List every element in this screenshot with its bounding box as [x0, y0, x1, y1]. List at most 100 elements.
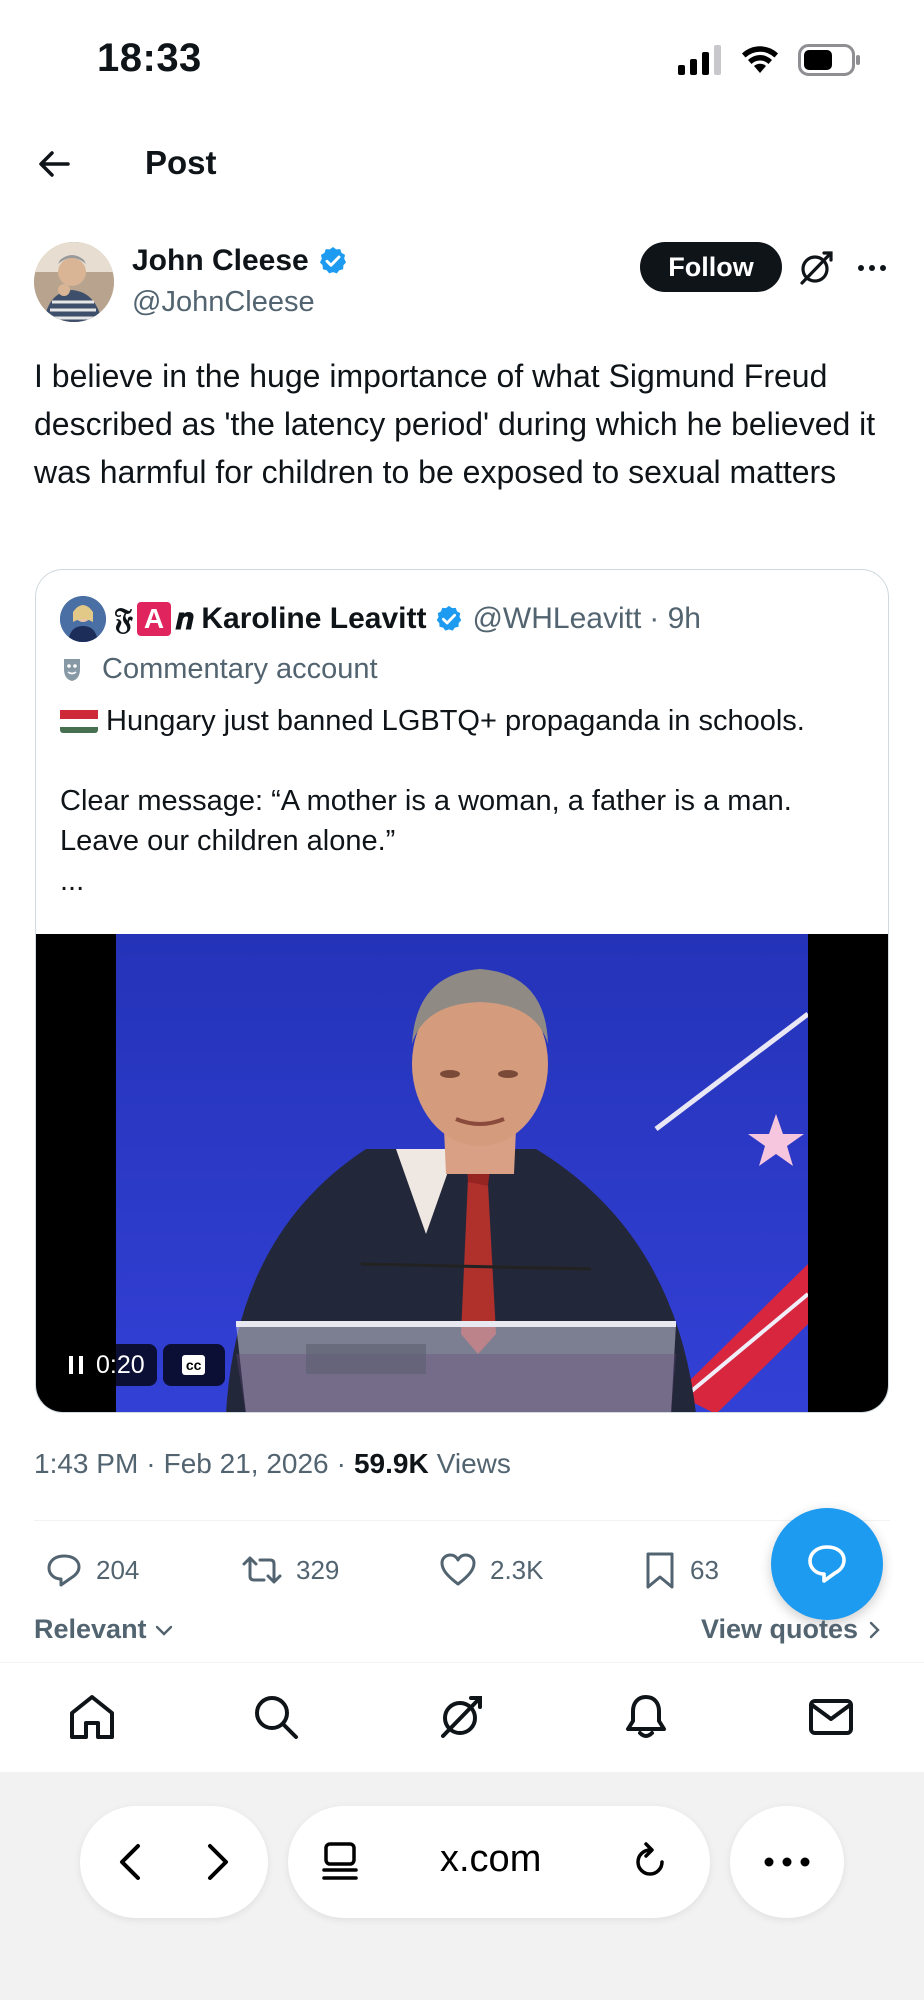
fraktur-f-glyph: 𝔉 — [114, 601, 133, 637]
quoted-post-body: Hungary just banned LGBTQ+ propaganda in… — [60, 701, 870, 901]
video-player[interactable]: 0:20 cc — [36, 934, 888, 1412]
hungary-flag-icon — [60, 707, 98, 733]
browser-nav-pill — [80, 1806, 268, 1918]
view-quotes-link[interactable]: View quotes — [701, 1614, 884, 1645]
mail-icon — [809, 1699, 853, 1735]
video-elapsed-time: 0:20 — [96, 1350, 145, 1379]
page-title: Post — [145, 144, 217, 181]
reader-tabs-icon[interactable] — [318, 1840, 362, 1884]
post-meta-row: 1:43 PM · Feb 21, 2026 · 59.9K Views — [34, 1448, 511, 1480]
quoted-author-handle[interactable]: @WHLeavitt — [472, 602, 641, 636]
grok-button[interactable] — [796, 248, 836, 288]
verified-badge-icon — [319, 247, 346, 274]
sort-label: Relevant — [34, 1614, 147, 1644]
video-playback-pill[interactable]: 0:20 — [54, 1344, 157, 1386]
commentary-account-text: Commentary account — [102, 653, 378, 685]
captions-icon: cc — [181, 1355, 206, 1375]
quoted-author-name[interactable]: Karoline Leavitt — [201, 602, 426, 636]
video-frame — [116, 934, 808, 1412]
browser-toolbar: x.com — [0, 1772, 924, 2000]
chevron-right-icon — [869, 1621, 880, 1638]
more-horizontal-icon — [764, 1857, 810, 1867]
quoted-post-time: · 9h — [649, 602, 701, 635]
status-bar: 18:33 — [0, 0, 924, 120]
captions-button[interactable]: cc — [162, 1344, 225, 1386]
bookmark-button[interactable]: 63 — [642, 1540, 719, 1600]
like-count: 2.3K — [490, 1554, 544, 1585]
author-name-text: John Cleese — [132, 244, 309, 277]
browser-more-button[interactable] — [730, 1806, 844, 1918]
quoted-author-avatar[interactable] — [60, 596, 106, 642]
search-icon — [255, 1696, 298, 1739]
quoted-post-ellipsis: ... — [60, 865, 85, 897]
post-text: I believe in the huge importance of what… — [34, 358, 876, 490]
views-count[interactable]: 59.9K — [354, 1448, 429, 1480]
nav-search[interactable] — [248, 1689, 304, 1745]
replies-filter-row: Relevant View quotes — [34, 1614, 884, 1654]
reply-count: 204 — [96, 1554, 140, 1585]
browser-forward-icon[interactable] — [192, 1838, 240, 1886]
theater-masks-icon — [64, 658, 80, 681]
engagement-actions: 204 329 2.3K 63 — [34, 1540, 754, 1600]
quoted-post-line-1: Hungary just banned LGBTQ+ propaganda in… — [60, 701, 870, 741]
browser-address-bar[interactable]: x.com — [288, 1806, 710, 1918]
grok-icon — [441, 1696, 482, 1738]
italic-n-glyph: 𝒏 — [175, 601, 194, 637]
author-name[interactable]: John Cleese — [132, 244, 349, 278]
home-icon — [70, 1695, 114, 1739]
bookmark-count: 63 — [690, 1554, 719, 1585]
bottom-navigation — [0, 1662, 924, 1772]
sort-dropdown[interactable]: Relevant — [34, 1614, 175, 1645]
reply-icon — [47, 1554, 81, 1587]
video-controls: 0:20 cc — [54, 1344, 225, 1386]
nav-grok[interactable] — [433, 1689, 489, 1745]
video-still-image — [116, 934, 808, 1412]
chevron-down-icon — [155, 1625, 172, 1636]
red-a-glyph: A — [137, 602, 171, 636]
more-options-button[interactable] — [852, 248, 892, 288]
repost-count: 329 — [296, 1554, 340, 1585]
quoted-post-card[interactable]: 𝔉 A 𝒏 Karoline Leavitt @WHLeavitt · 9h C… — [35, 569, 889, 1413]
bookmark-icon — [646, 1552, 674, 1589]
verified-badge-icon — [437, 605, 462, 631]
reply-compose-button[interactable] — [771, 1508, 883, 1620]
repost-icon — [242, 1556, 282, 1584]
quoted-post-header: 𝔉 A 𝒏 Karoline Leavitt @WHLeavitt · 9h — [60, 594, 701, 644]
top-bar: Post — [0, 130, 924, 200]
browser-back-icon[interactable] — [108, 1838, 156, 1886]
view-quotes-label: View quotes — [700, 1614, 858, 1644]
post-date: Feb 21, 2026 — [163, 1448, 329, 1479]
more-horizontal-icon — [858, 265, 886, 271]
nav-notifications[interactable] — [618, 1689, 674, 1745]
follow-button[interactable]: Follow — [640, 242, 782, 292]
nav-home[interactable] — [64, 1689, 120, 1745]
divider — [34, 1520, 890, 1521]
quoted-post-line-2: Clear message: “A mother is a woman, a f… — [60, 785, 792, 857]
post-time: 1:43 PM — [34, 1448, 139, 1479]
reload-icon[interactable] — [628, 1840, 672, 1884]
battery-icon — [798, 44, 860, 76]
author-handle[interactable]: @JohnCleese — [132, 286, 315, 319]
back-button[interactable] — [32, 142, 76, 186]
grok-icon — [800, 251, 833, 285]
bell-icon — [626, 1695, 666, 1738]
pause-icon[interactable] — [66, 1353, 86, 1377]
nav-messages[interactable] — [803, 1689, 859, 1745]
meta-separator: · — [146, 1448, 156, 1479]
author-avatar[interactable] — [34, 242, 114, 322]
author-row: John Cleese @JohnCleese Follow — [34, 240, 894, 324]
url-text[interactable]: x.com — [440, 1838, 541, 1881]
compose-reply-icon — [808, 1545, 846, 1583]
views-label: Views — [436, 1448, 511, 1479]
wifi-icon — [742, 46, 778, 73]
status-time: 18:33 — [97, 36, 202, 80]
meta-separator: · — [336, 1448, 346, 1479]
quoted-name-emoji-prefix: 𝔉 A 𝒏 — [114, 602, 193, 637]
arrow-left-icon — [39, 151, 70, 177]
status-icons — [678, 44, 862, 76]
cellular-signal-icon — [678, 45, 721, 75]
heart-icon — [440, 1553, 476, 1586]
reply-button[interactable]: 204 — [44, 1540, 139, 1600]
repost-button[interactable]: 329 — [240, 1540, 339, 1600]
like-button[interactable]: 2.3K — [438, 1540, 544, 1600]
